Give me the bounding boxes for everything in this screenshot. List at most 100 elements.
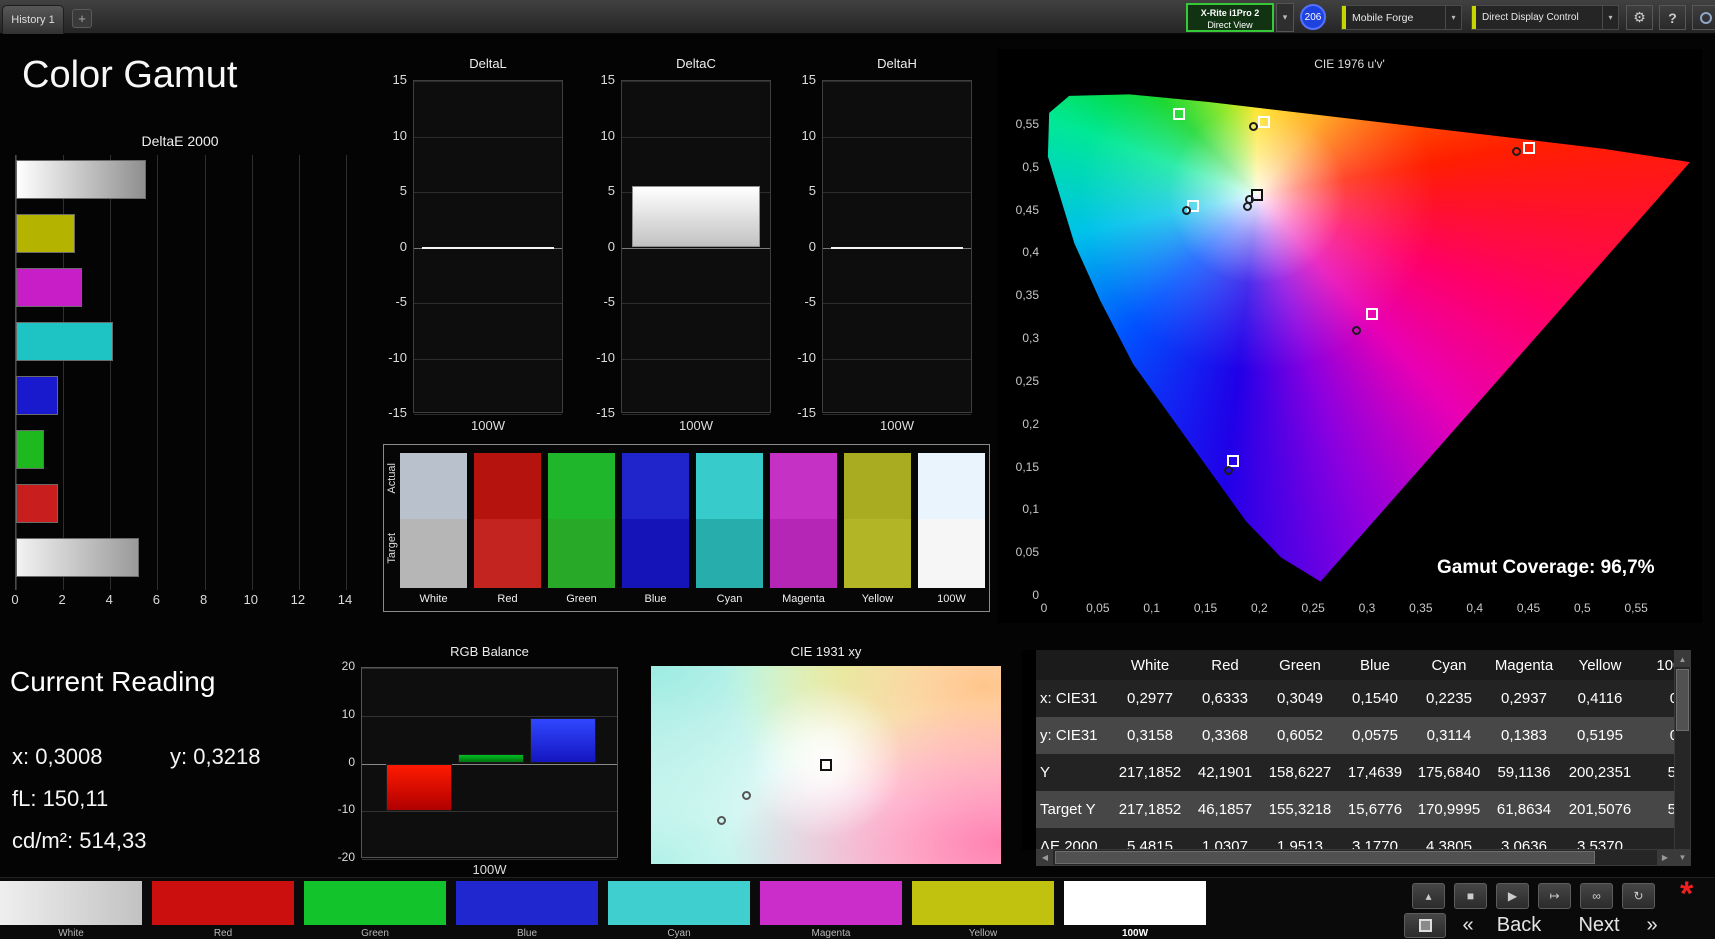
next-chevron-icon[interactable]: » [1640,913,1664,938]
meter-dropdown-arrow[interactable]: ▾ [1276,3,1294,32]
transport-play[interactable]: ▶ [1496,883,1529,909]
cie-y-tick-label: 0,5 [1022,159,1039,174]
swatch-target-magenta [770,519,837,588]
eject-icon: ▴ [1425,889,1432,903]
patch-swatch [304,881,446,925]
gridline [414,414,562,415]
deltae-bar-blue [16,376,58,415]
patch-100w[interactable]: 100W [1064,881,1206,939]
transport-eject[interactable]: ▴ [1412,883,1445,909]
back-button[interactable]: Back [1484,913,1554,938]
column-header: Red [1211,656,1239,674]
deltae-gridline [346,155,347,590]
scroll-down-arrow[interactable]: ▼ [1675,849,1690,865]
table-cell: 0,3114 [1426,727,1472,744]
gridline [622,303,770,304]
gamut-coverage-label: Gamut Coverage: 96,7% [1437,557,1655,578]
v-scrollbar[interactable]: ▲ ▼ [1674,650,1691,866]
meter-select[interactable]: X-Rite i1Pro 2 Direct View [1186,3,1274,32]
target-marker [820,759,832,771]
settings-button[interactable]: ⚙ [1626,5,1653,30]
cie-y-tick-label: 0,35 [1015,288,1039,303]
patch-white[interactable]: White [0,881,142,939]
gridline [622,247,770,249]
scroll-up-arrow[interactable]: ▲ [1675,651,1690,667]
row-header: x: CIE31 [1040,690,1098,707]
gridline [414,192,562,193]
chevron-down-icon[interactable]: ▾ [1602,6,1618,29]
deltae-bar-100w [16,538,139,577]
scroll-left-arrow[interactable]: ◀ [1037,850,1053,865]
patch-yellow[interactable]: Yellow [912,881,1054,939]
axis-tick-label: -15 [596,405,615,420]
cie-x-tick-label: 0,55 [1624,601,1648,615]
rgb-bar-red [386,763,452,812]
reading-x: x: 0,3008 [12,744,103,769]
table-cell: 1,0307 [1202,838,1248,850]
cie-x-tick-label: 0,15 [1193,601,1218,615]
scroll-right-arrow[interactable]: ▶ [1657,850,1673,865]
deltae-tick-label: 2 [58,592,66,607]
axis-tick-label: -15 [388,405,407,420]
swatch-column-label: Cyan [716,593,743,605]
stop-icon: ■ [1466,889,1475,903]
chevron-down-icon[interactable]: ▾ [1445,6,1461,29]
rgb-balance-chart: RGB Balance 100W 20 10 0 -10 -20 [325,644,625,879]
table-cell: 0,6052 [1277,727,1323,744]
delta-bar [831,246,963,249]
gridline [414,358,562,360]
cie1931-chart: CIE 1931 xy [651,644,1001,874]
deltae-plot [15,155,347,590]
edge-button[interactable] [1692,5,1715,30]
tab-history[interactable]: History 1 [2,5,64,34]
h-scrollbar[interactable]: ◀ ▶ [1036,849,1674,866]
deltae-tick-label: 12 [290,592,306,607]
v-scroll-thumb[interactable] [1676,669,1689,731]
cie-x-tick-label: 0,45 [1516,601,1541,615]
play-icon: ▶ [1507,889,1518,903]
patch-swatch [608,881,750,925]
swatch-column-label: Blue [644,593,667,605]
display-control-select[interactable]: Direct Display Control ▾ [1471,5,1619,30]
row-header: Target Y [1040,801,1096,818]
table-cell: 42,1901 [1197,764,1253,781]
transport-loop[interactable]: ∞ [1580,883,1613,909]
transport-step[interactable]: ↦ [1538,883,1571,909]
current-reading-title: Current Reading [10,666,216,697]
add-tab-button[interactable]: + [72,9,92,28]
cie1931-plot [651,666,1001,864]
swatch-column-label: 100W [937,593,966,605]
patch-label: Magenta [811,928,851,939]
chart-title: DeltaL [469,56,507,71]
pattern-window-button[interactable] [1404,913,1446,938]
table-cell: 1,9513 [1277,838,1323,850]
patch-blue[interactable]: Blue [456,881,598,939]
source-select[interactable]: Mobile Forge ▾ [1341,5,1462,30]
deltaC-plot [621,80,771,415]
meter-mode: Direct View [1207,19,1253,30]
top-bar: History 1 + X-Rite i1Pro 2 Direct View ▾… [0,0,1715,34]
deltaL-chart: DeltaL 100W 15 10 5 0 -5 -10 -15 [377,56,567,433]
patch-red[interactable]: Red [152,881,294,939]
patch-green[interactable]: Green [304,881,446,939]
results-table: WhiteRedGreenBlueCyanMagentaYellow100Wx:… [1022,650,1690,850]
table-cell: 46,1857 [1197,801,1253,818]
h-scroll-thumb[interactable] [1055,851,1595,864]
next-button[interactable]: Next [1564,913,1634,938]
patch-swatch [0,881,142,925]
patch-cyan[interactable]: Cyan [608,881,750,939]
cie1976-title: CIE 1976 u'v' [1314,57,1385,71]
patch-magenta[interactable]: Magenta [760,881,902,939]
table-cell: 0,1383 [1501,727,1547,744]
table-cell: 0,3368 [1202,727,1248,744]
back-chevron-icon[interactable]: « [1456,913,1480,938]
axis-tick-label: -5 [395,294,407,309]
cie-y-tick-label: 0 [1032,588,1039,602]
transport-stop[interactable]: ■ [1454,883,1487,909]
gridline [362,859,617,860]
help-button[interactable]: ? [1659,5,1686,30]
transport-refresh[interactable]: ↻ [1622,883,1655,909]
swatch-actual-green [548,453,615,519]
column-header: Blue [1359,656,1391,674]
target-marker-red [1523,142,1536,155]
